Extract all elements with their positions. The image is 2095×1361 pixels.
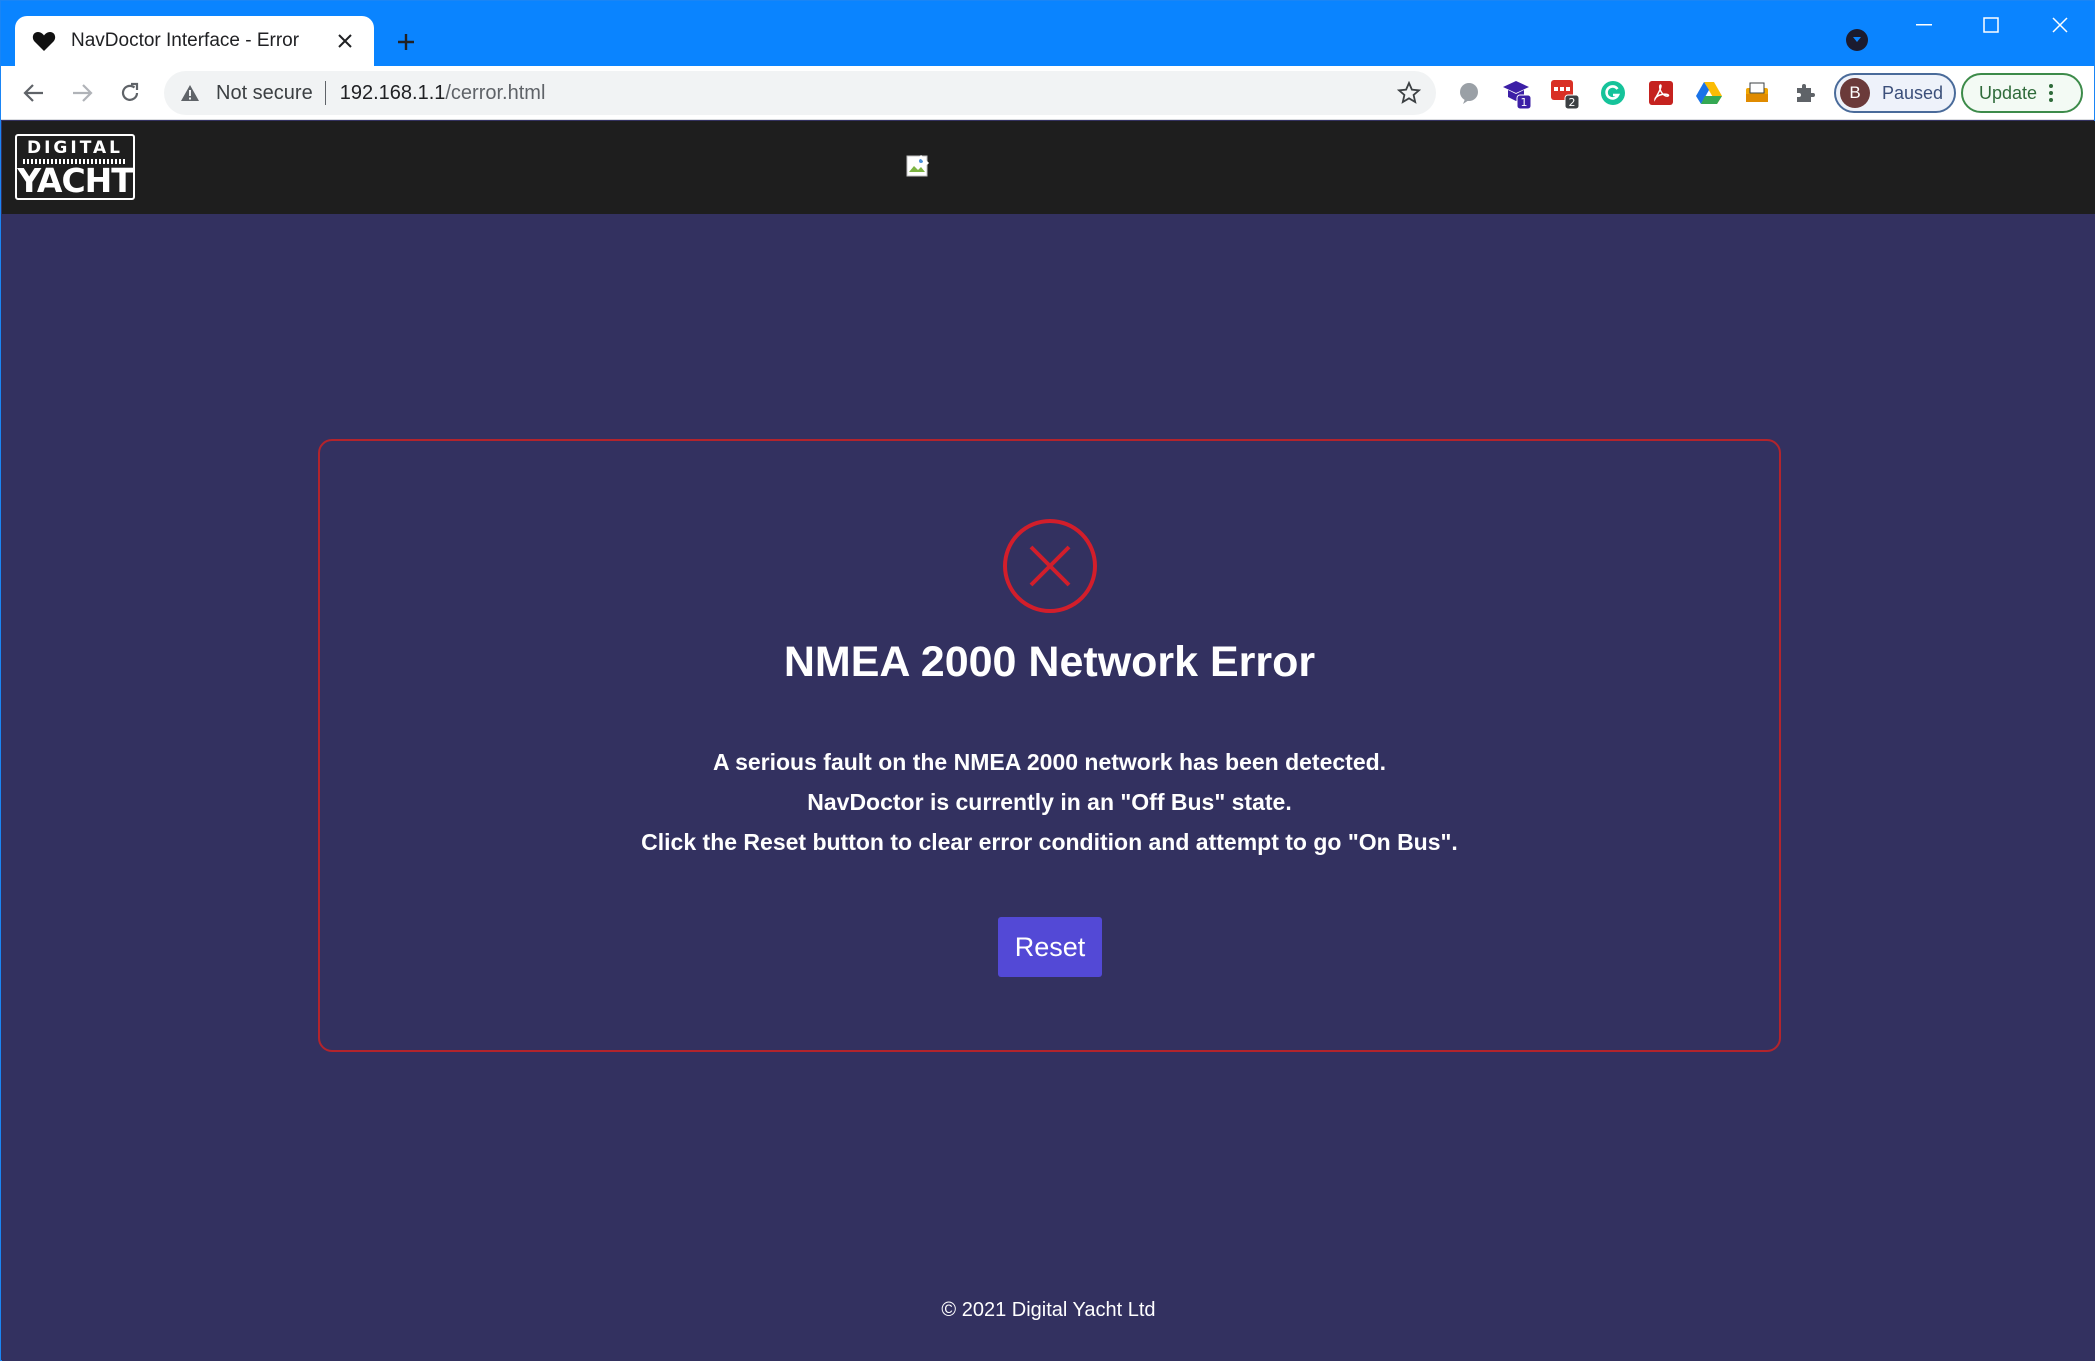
title-bar: NavDoctor Interface - Error xyxy=(1,1,2094,66)
url-host: 192.168.1.1 xyxy=(339,81,446,104)
error-message-line-2: NavDoctor is currently in an "Off Bus" s… xyxy=(807,789,1292,815)
drive-icon[interactable] xyxy=(1693,77,1725,109)
reset-button[interactable]: Reset xyxy=(998,917,1102,977)
logo-top-text: DIGITAL xyxy=(27,138,123,158)
error-title: NMEA 2000 Network Error xyxy=(783,638,1316,686)
graduation-extension-icon[interactable]: 1 xyxy=(1501,77,1533,109)
folder-extension-icon[interactable] xyxy=(1741,77,1773,109)
extension-badge-1: 1 xyxy=(1521,96,1528,109)
reload-icon[interactable] xyxy=(113,76,147,110)
profile-button[interactable]: B Paused xyxy=(1834,73,1956,113)
tab-search-icon[interactable] xyxy=(1846,29,1868,51)
minimize-icon[interactable] xyxy=(1902,9,1946,41)
logo-bottom-text: YACHT xyxy=(17,161,134,200)
footer-copyright: © 2021 Digital Yacht Ltd xyxy=(941,1299,1156,1321)
pdf-extension-icon[interactable] xyxy=(1645,77,1677,109)
bookmark-star-icon[interactable] xyxy=(1396,80,1422,106)
address-bar[interactable]: Not secure 192.168.1.1/cerror.html xyxy=(164,71,1436,115)
browser-window: NavDoctor Interface - Error Not secure 1… xyxy=(0,0,2095,1361)
active-tab[interactable]: NavDoctor Interface - Error xyxy=(15,16,374,66)
broken-image-icon xyxy=(906,154,932,181)
update-label: Update xyxy=(1979,82,2038,103)
close-window-icon[interactable] xyxy=(2038,9,2082,41)
warning-icon[interactable] xyxy=(180,82,202,104)
heart-icon xyxy=(31,28,57,54)
digital-yacht-logo[interactable]: DIGITAL YACHT xyxy=(15,134,135,200)
close-tab-icon[interactable] xyxy=(332,28,358,54)
more-menu-icon[interactable] xyxy=(2049,84,2054,102)
browser-toolbar: Not secure 192.168.1.1/cerror.html 1 2 B… xyxy=(1,66,2094,120)
security-label: Not secure xyxy=(216,81,313,104)
error-card: NMEA 2000 Network Error A serious fault … xyxy=(318,439,1781,1052)
puzzle-extensions-icon[interactable] xyxy=(1789,77,1821,109)
error-circle-x-icon xyxy=(1002,518,1098,614)
profile-status: Paused xyxy=(1882,82,1944,103)
update-button[interactable]: Update xyxy=(1961,73,2083,113)
avatar: B xyxy=(1840,78,1870,108)
forward-icon[interactable] xyxy=(65,76,99,110)
omnibox-divider xyxy=(324,81,326,105)
calendar-extension-icon[interactable]: 2 xyxy=(1549,77,1581,109)
chat-extension-icon[interactable] xyxy=(1453,77,1485,109)
back-icon[interactable] xyxy=(17,76,51,110)
new-tab-button[interactable] xyxy=(389,25,423,59)
site-header: DIGITAL YACHT xyxy=(2,121,2095,214)
maximize-icon[interactable] xyxy=(1969,9,2013,41)
error-message-line-1: A serious fault on the NMEA 2000 network… xyxy=(712,749,1387,775)
tab-title: NavDoctor Interface - Error xyxy=(71,30,300,51)
web-page: DIGITAL YACHT NMEA 2000 Network Error A … xyxy=(2,121,2095,1361)
extension-badge-2: 2 xyxy=(1569,96,1576,109)
grammarly-icon[interactable] xyxy=(1597,77,1629,109)
error-message-line-3: Click the Reset button to clear error co… xyxy=(641,829,1458,855)
url-path: /cerror.html xyxy=(445,81,546,104)
